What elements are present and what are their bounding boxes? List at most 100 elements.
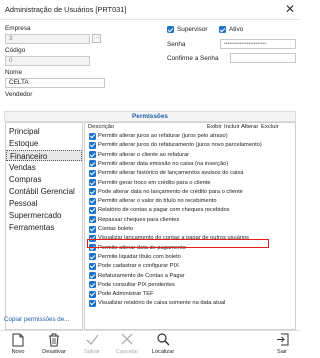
permission-label: Pode cadastrar e configurar PIX [98,263,179,270]
novo-label: Novo [11,349,25,355]
permission-row[interactable]: Repassar cheques para clientes [86,216,294,224]
permission-row[interactable]: Pode alterar data no lançamento de crédi… [86,188,294,196]
permission-label: Permitir alterar o valor do título no re… [98,198,217,205]
copy-permissions-link[interactable]: Copiar permissões de... [4,316,69,323]
close-icon[interactable]: ✕ [283,3,297,16]
desativar-button[interactable]: Desativar [37,332,71,358]
confirme-senha-label: Confirme a Senha [167,55,219,62]
column-exibir: Exibir [207,124,222,130]
window-title: Administração de Usuários [PRT031] [5,5,127,14]
permission-row[interactable]: Permitir alterar juros ao refaturar (jur… [86,132,294,140]
category-ferramentas[interactable]: Ferramentas [6,222,82,233]
ativo-checkbox[interactable] [219,26,226,33]
empresa-field[interactable]: 3 [5,34,90,44]
column-descricao: Descrição [88,124,115,130]
permission-label: Permite liquidar título com boleto [98,253,181,260]
permission-label: Permitir alterar juros ao refaturar (jur… [98,133,228,139]
permission-checkbox[interactable] [89,160,96,168]
column-excluir: Excluir [261,124,279,130]
novo-button[interactable]: Novo [1,332,35,358]
permission-checkbox[interactable] [89,299,96,307]
supervisor-checkbox[interactable] [167,26,174,33]
permission-checkbox[interactable] [89,272,96,279]
permission-row[interactable]: Pode consultar PIX pendentes [86,281,294,289]
permission-label: Permitir alterar histórico de lançamento… [98,170,244,177]
nome-label: Nome [5,69,23,76]
permission-label: Permitir gerar troco em crédito para o c… [98,179,211,186]
category-pessoal[interactable]: Pessoal [6,198,82,209]
cancelar-button[interactable]: Cancelar [110,332,144,358]
desativar-label: Desativar [42,349,66,355]
nome-field[interactable]: CELTA [5,78,105,88]
supervisor-label: Supervisor [177,26,208,33]
permission-label: Permitir alterar juros do refaturamento … [98,142,262,149]
new-document-icon [1,333,35,348]
confirme-senha-field[interactable] [230,53,296,63]
highlight-box [87,239,269,248]
category-principal[interactable]: Principal [6,126,82,137]
permission-row[interactable]: Permitir gerar troco em crédito para o c… [86,179,294,187]
permission-row[interactable]: Relatório de contas a pagar com cheques … [86,206,294,214]
permission-row[interactable]: Pode Administrar TEF [86,290,294,298]
permission-checkbox[interactable] [89,141,96,149]
permission-row[interactable]: Refaturamento de Contas a Pagar [86,272,294,280]
permission-row[interactable]: Permitir alterar data emissão no caixa (… [86,160,294,168]
salvar-button[interactable]: Salvar [75,332,109,358]
column-incluir: Incluir [224,124,240,130]
permission-row[interactable]: Permitir alterar o valor do título no re… [86,197,294,205]
check-icon [75,333,109,348]
sair-button[interactable]: Sair [265,332,299,358]
cancelar-label: Cancelar [115,349,139,355]
permission-checkbox[interactable] [89,151,96,159]
search-icon [146,333,180,348]
permission-checkbox[interactable] [89,253,96,261]
category-contabil-gerencial[interactable]: Contábil Gerencial [6,186,82,197]
senha-label: Senha [167,41,186,48]
senha-field[interactable]: •••••••••••••••••••••••• [220,39,296,49]
sair-label: Sair [277,349,287,355]
empresa-lookup-button[interactable]: ··· [92,34,101,43]
column-alterar: Alterar [241,124,259,130]
permission-row[interactable]: Pode cadastrar e configurar PIX [86,262,294,270]
permission-label: Contas boleto [98,226,134,232]
permission-checkbox[interactable] [89,132,96,140]
exit-door-icon [265,333,299,348]
permission-checkbox[interactable] [89,206,96,214]
title-bar: Administração de Usuários [PRT031] ✕ [0,0,300,20]
permission-label: Pode consultar PIX pendentes [98,281,175,288]
category-estoque[interactable]: Estoque [6,138,82,149]
cancel-x-icon [110,333,144,348]
permission-row[interactable]: Permitir alterar juros do refaturamento … [86,141,294,149]
permission-checkbox[interactable] [89,169,96,177]
category-vendas[interactable]: Vendas [6,162,82,173]
permission-label: Repassar cheques para clientes [98,216,180,223]
permission-checkbox[interactable] [89,216,96,224]
permission-label: Refaturamento de Contas a Pagar [98,272,185,279]
category-supermercado[interactable]: Supermercado [6,210,82,221]
category-list: Principal Estoque Financeiro Vendas Comp… [5,122,83,330]
empresa-label: Empresa [5,25,31,32]
toolbar: Novo Desativar Salvar Cancelar Localizar… [0,330,300,358]
permission-checkbox[interactable] [89,188,96,196]
category-compras[interactable]: Compras [6,174,82,185]
category-financeiro[interactable]: Financeiro [6,150,82,161]
permission-checkbox[interactable] [89,262,96,270]
codigo-field[interactable]: 0 [5,56,90,66]
permission-label: Permitir alterar data emissão no caixa (… [98,160,229,167]
permission-checkbox[interactable] [89,225,96,233]
localizar-button[interactable]: Localizar [146,332,180,358]
permission-checkbox[interactable] [89,281,96,289]
codigo-label: Código [5,47,26,54]
permission-row[interactable]: Visualizar relatório de caixa somente na… [86,299,294,307]
permission-label: Pode Administrar TEF [98,291,154,298]
permission-checkbox[interactable] [89,290,96,298]
permission-row[interactable]: Permitir alterar histórico de lançamento… [86,169,294,177]
permission-checkbox[interactable] [89,179,96,186]
permission-row[interactable]: Permitir alterar o cliente ao refaturar [86,151,294,159]
permission-label: Visualizar relatório de caixa somente na… [98,300,226,307]
permission-row[interactable]: Contas boleto [86,225,294,233]
permission-label: Permitir alterar o cliente ao refaturar [98,151,190,158]
permission-row[interactable]: Permite liquidar título com boleto [86,253,294,261]
permission-checkbox[interactable] [89,197,96,205]
ativo-label: Ativo [229,26,244,33]
